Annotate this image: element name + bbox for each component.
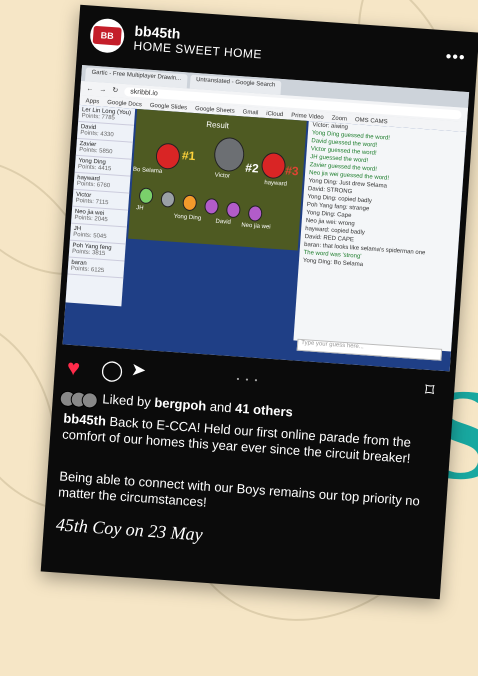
bookmark-item: Gmail — [242, 109, 259, 117]
avatar-blob — [138, 187, 154, 205]
avatar-blob — [182, 194, 198, 212]
avatar-blob — [160, 190, 176, 208]
bookmark-item: Apps — [85, 98, 100, 106]
avatar-blob — [247, 204, 263, 222]
instagram-post-card: BB bb45th HOME SWEET HOME ••• Gartic - F… — [40, 4, 478, 600]
caption-text: Back to E-CCA! Held our first online par… — [61, 413, 412, 466]
avatar-blob — [155, 142, 181, 171]
chat-panel: Victor: aiwing Yong Ding guessed the wor… — [293, 120, 467, 361]
bookmark-item: iCloud — [266, 110, 284, 119]
liked-user[interactable]: bergpoh — [154, 395, 207, 414]
avatar-blob — [225, 201, 241, 219]
avatar-blob — [260, 151, 287, 180]
more-options-icon[interactable]: ••• — [445, 48, 466, 67]
rank-label: #3 — [284, 163, 300, 179]
caption-username[interactable]: bb45th — [63, 411, 107, 429]
bookmark-icon[interactable]: ⌑ — [424, 380, 435, 402]
player-list: Ler Lin Long (You) Points: 7785 David Poin… — [65, 104, 136, 307]
stage-player-name: JH — [136, 205, 144, 212]
handwritten-note: 45th Coy on 23 May — [55, 514, 204, 545]
liked-and: and — [209, 398, 233, 416]
liked-prefix: Liked by — [101, 391, 152, 410]
result-stage: Result #1 #2 #3 Bo Selama Victor hayward… — [128, 108, 307, 251]
send-icon[interactable]: ➤ — [130, 359, 146, 381]
stage-player-name: Neo jia wei — [241, 222, 271, 231]
forward-arrow-icon: → — [99, 85, 107, 94]
post-header-text: bb45th HOME SWEET HOME — [133, 23, 263, 62]
avatar-blob — [204, 197, 220, 215]
rank-label: #2 — [244, 160, 260, 176]
comment-icon[interactable]: ◯ — [100, 357, 124, 384]
skribbl-game: Ler Lin Long (You) Points: 7785 David Poin… — [62, 104, 467, 372]
post-caption: bb45th Back to E-CCA! Held our first onl… — [62, 411, 435, 469]
liked-others[interactable]: 41 others — [235, 401, 294, 420]
avatar[interactable]: BB — [89, 17, 126, 54]
guess-input[interactable]: Type your guess here... — [296, 338, 443, 361]
liker-avatars — [59, 389, 99, 409]
stage-player-name: Victor — [214, 172, 231, 180]
reload-icon: ↻ — [112, 87, 119, 95]
stage-player-name: Bo Selama — [132, 166, 163, 175]
stage-player-name: hayward — [264, 180, 288, 188]
bb-logo-icon: BB — [92, 25, 122, 46]
stage-player-name: David — [215, 218, 232, 226]
bookmark-item: Zoom — [331, 115, 348, 123]
result-label: Result — [205, 119, 230, 131]
rank-label: #1 — [181, 148, 196, 164]
heart-icon[interactable]: ♥ — [66, 355, 81, 382]
post-image[interactable]: Gartic - Free Multiplayer Drawin... Untr… — [62, 65, 470, 372]
carousel-dots: • • • — [236, 374, 260, 386]
post-header: BB bb45th HOME SWEET HOME — [89, 17, 264, 64]
back-arrow-icon: ← — [86, 84, 94, 93]
avatar-blob — [213, 136, 246, 173]
player-entry: baran Points: 6125 — [67, 257, 125, 279]
stage-player-name: Yong Ding — [173, 213, 202, 222]
